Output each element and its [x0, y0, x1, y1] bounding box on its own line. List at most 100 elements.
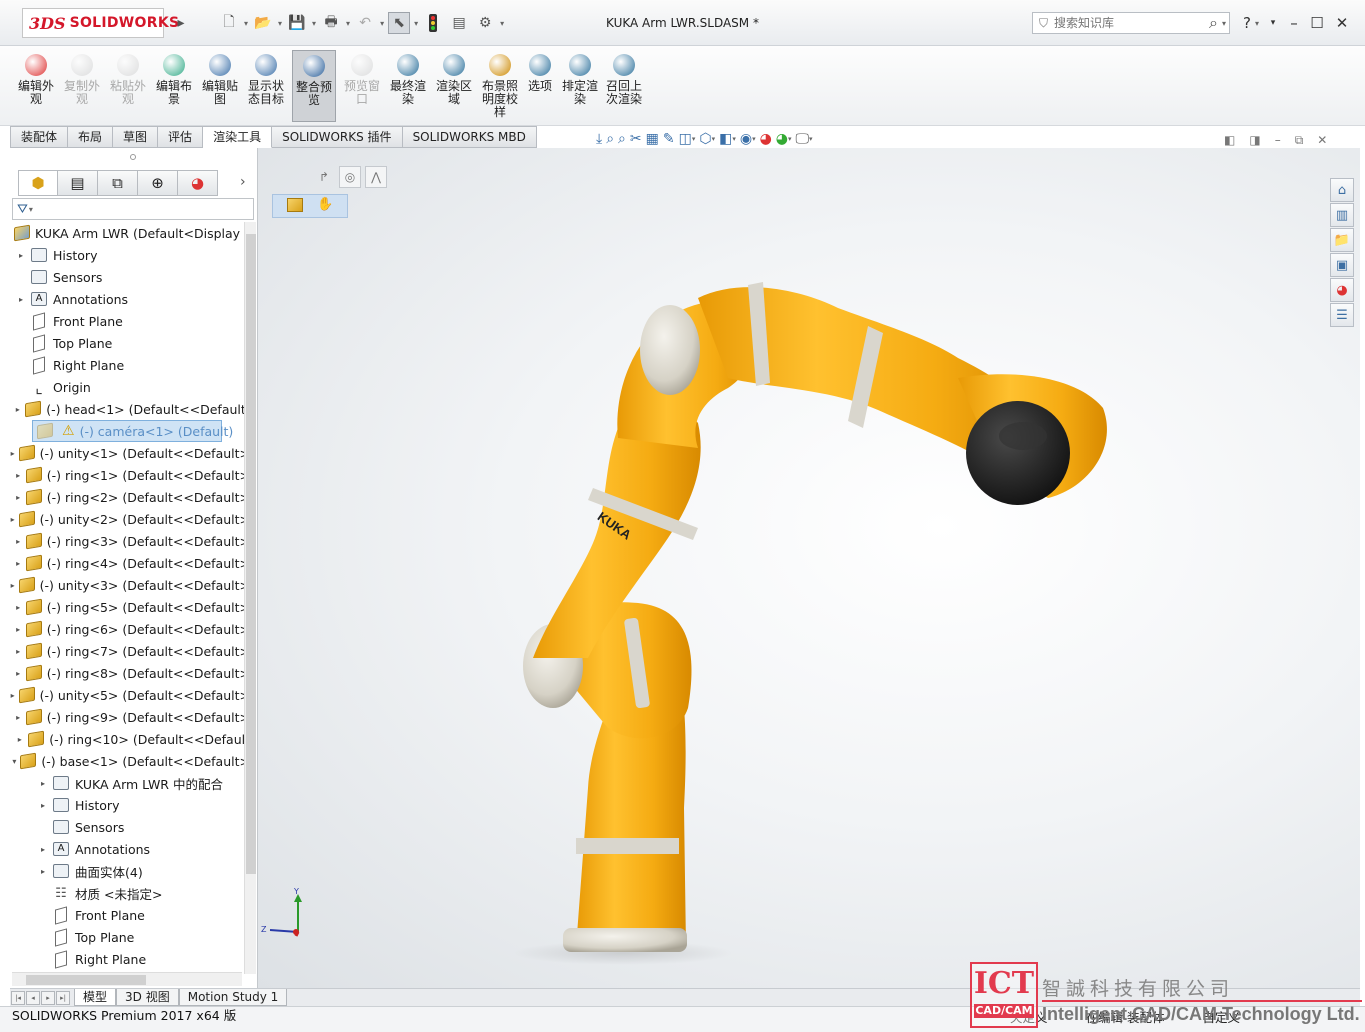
print-icon[interactable]: 🖶 [320, 12, 342, 34]
help-button[interactable]: ? ▾ [1240, 13, 1262, 33]
file-properties-icon[interactable]: ▤ [448, 12, 470, 34]
hide-show-items-icon[interactable]: ⬡ [699, 131, 711, 147]
tab-3[interactable]: 评估 [158, 126, 204, 148]
dynamic-annotation-icon[interactable]: ▦ [646, 131, 659, 147]
ribbon-button-12[interactable]: 排定渲染 [558, 50, 602, 122]
tree-item[interactable]: ⌞ Origin [10, 376, 244, 398]
tab-1[interactable]: 布局 [68, 126, 114, 148]
filter-funnel-icon[interactable]: ⛛ [17, 202, 28, 217]
expand-toggle-icon[interactable]: ▸ [14, 625, 21, 634]
tab-6[interactable]: SOLIDWORKS MBD [402, 126, 537, 148]
ribbon-button-9[interactable]: 渲染区域 [432, 50, 476, 122]
tree-item[interactable]: ▸ (-) unity<2> (Default<<Default> [10, 508, 244, 530]
viewport-close-icon[interactable]: ✕ [1317, 133, 1327, 148]
tree-item[interactable]: ▸ (-) unity<5> (Default<<Default> [10, 684, 244, 706]
expand-toggle-icon[interactable]: ▸ [14, 405, 21, 414]
panel-tabs-more-icon[interactable]: › [240, 174, 246, 190]
ribbon-button-3[interactable]: 编辑布景 [152, 50, 196, 122]
edit-appearance-view-icon[interactable]: ◧ [719, 131, 732, 147]
tree-item[interactable]: ▸ (-) ring<7> (Default<<Default> [10, 640, 244, 662]
expand-toggle-icon[interactable]: ▸ [38, 867, 48, 876]
zoom-to-fit-icon[interactable]: ⤓ [596, 131, 602, 147]
display-manager-tab-icon[interactable]: ◕ [178, 170, 218, 196]
search-input[interactable] [1054, 16, 1185, 30]
search-type-icon[interactable]: ⛉ [1039, 16, 1048, 31]
panel-splitter-handle[interactable] [130, 154, 136, 160]
expand-toggle-icon[interactable]: ▸ [14, 647, 21, 656]
options-gear-icon[interactable]: ⚙ [474, 12, 496, 34]
tree-item[interactable]: Front Plane [10, 904, 244, 926]
appearances-scenes-icon[interactable]: ◕ [1330, 278, 1354, 302]
home-icon[interactable]: ⌂ [1330, 178, 1354, 202]
ribbon-button-2[interactable]: 粘贴外观 [106, 50, 150, 122]
expand-toggle-icon[interactable]: ▸ [14, 713, 21, 722]
tab-motion-study[interactable]: Motion Study 1 [178, 989, 288, 1006]
tree-item[interactable]: ▸ (-) ring<5> (Default<<Default> [10, 596, 244, 618]
tree-item[interactable]: ▸ (-) ring<2> (Default<<Default> [10, 486, 244, 508]
tab-3d-view[interactable]: 3D 视图 [116, 989, 179, 1006]
solidworks-logo[interactable]: 3DS SOLIDWORKS [22, 8, 179, 38]
viewport-minimize-icon[interactable]: – [1275, 133, 1281, 148]
kuka-robot-arm-model[interactable]: KUKA [258, 148, 1360, 988]
previous-view-icon[interactable]: ⌕ [618, 131, 626, 147]
tree-item[interactable]: ▸ (-) ring<3> (Default<<Default> [10, 530, 244, 552]
tree-item[interactable]: ▸ History [10, 794, 244, 816]
realview-icon[interactable]: ◕ [776, 131, 788, 147]
search-box[interactable]: ⛉ ⌕ ▾ [1032, 12, 1230, 34]
tree-item[interactable]: Sensors [10, 266, 244, 288]
tree-item[interactable]: ▸ KUKA Arm LWR 中的配合 [10, 772, 244, 794]
expand-toggle-icon[interactable]: ▸ [11, 515, 15, 524]
ribbon-button-8[interactable]: 最终渲染 [386, 50, 430, 122]
help-dropdown-icon[interactable]: ▾ [1262, 13, 1284, 33]
split-right-icon[interactable]: ◨ [1249, 133, 1260, 148]
ribbon-button-4[interactable]: 编辑贴图 [198, 50, 242, 122]
dimxpert-manager-tab-icon[interactable]: ⊕ [138, 170, 178, 196]
tree-item[interactable]: Top Plane [10, 926, 244, 948]
tab-5[interactable]: SOLIDWORKS 插件 [272, 126, 403, 148]
section-view-icon[interactable]: ✂ [630, 131, 642, 147]
select-cursor-icon[interactable]: ⬉ [388, 12, 411, 34]
view-palette-icon[interactable]: ▣ [1330, 253, 1354, 277]
expand-toggle-icon[interactable]: ▸ [38, 845, 48, 854]
file-explorer-icon[interactable]: 📁 [1330, 228, 1354, 252]
tree-horizontal-scrollbar[interactable] [12, 972, 242, 986]
tree-item[interactable]: ▸ (-) ring<8> (Default<<Default> [10, 662, 244, 684]
save-icon[interactable]: 💾 [286, 12, 308, 34]
close-icon[interactable]: ✕ [1331, 13, 1353, 33]
tree-item[interactable]: ▸ 曲面实体(4) [10, 860, 244, 882]
ribbon-button-10[interactable]: 布景照明度校样 [478, 50, 522, 122]
monitor-icon[interactable]: 🖵 [796, 131, 810, 147]
expand-toggle-icon[interactable]: ▸ [15, 735, 24, 744]
undo-icon[interactable]: ↶ [354, 12, 376, 34]
design-library-icon[interactable]: ▥ [1330, 203, 1354, 227]
tree-item[interactable]: ▸ A Annotations [10, 838, 244, 860]
tree-root-assembly[interactable]: KUKA Arm LWR (Default<Display S [10, 222, 244, 244]
expand-toggle-icon[interactable]: ▸ [14, 559, 21, 568]
property-manager-tab-icon[interactable]: ▤ [58, 170, 98, 196]
ribbon-button-7[interactable]: 预览窗口 [340, 50, 384, 122]
custom-properties-icon[interactable]: ☰ [1330, 303, 1354, 327]
rebuild-traffic-light-icon[interactable] [422, 12, 444, 34]
expand-toggle-icon[interactable]: ▸ [14, 493, 21, 502]
tree-item[interactable]: ▸ (-) ring<4> (Default<<Default> [10, 552, 244, 574]
tab-0[interactable]: 装配体 [10, 126, 69, 148]
configuration-manager-tab-icon[interactable]: ⧉ [98, 170, 138, 196]
feature-manager-tab-icon[interactable]: ⬢ [18, 170, 58, 196]
tree-item[interactable]: ▾ (-) base<1> (Default<<Default> [10, 750, 244, 772]
search-dropdown-icon[interactable]: ▾ [1222, 19, 1226, 28]
tree-item[interactable]: Right Plane [10, 948, 244, 970]
tab-2[interactable]: 草图 [113, 126, 159, 148]
tree-item[interactable]: ▸ (-) unity<3> (Default<<Default> [10, 574, 244, 596]
new-document-icon[interactable]: 🗋 [218, 12, 240, 34]
scroll-thumb[interactable] [246, 234, 256, 874]
tree-item[interactable]: Sensors [10, 816, 244, 838]
display-style-icon[interactable]: ◫ [679, 131, 692, 147]
expand-toggle-icon[interactable]: ▸ [14, 537, 21, 546]
expand-toggle-icon[interactable]: ▸ [16, 295, 26, 304]
ribbon-button-11[interactable]: 选项 [518, 50, 562, 122]
ribbon-button-1[interactable]: 复制外观 [60, 50, 104, 122]
scroll-thumb[interactable] [26, 975, 146, 985]
view-orientation-icon[interactable]: ✎ [663, 131, 675, 147]
maximize-icon[interactable]: ☐ [1306, 13, 1328, 33]
graphics-area[interactable]: ↱ ◎ ⋀ ✋ KUKA Y Z ⌂ ▥ 📁 ▣ ◕ ☰ [258, 148, 1360, 988]
